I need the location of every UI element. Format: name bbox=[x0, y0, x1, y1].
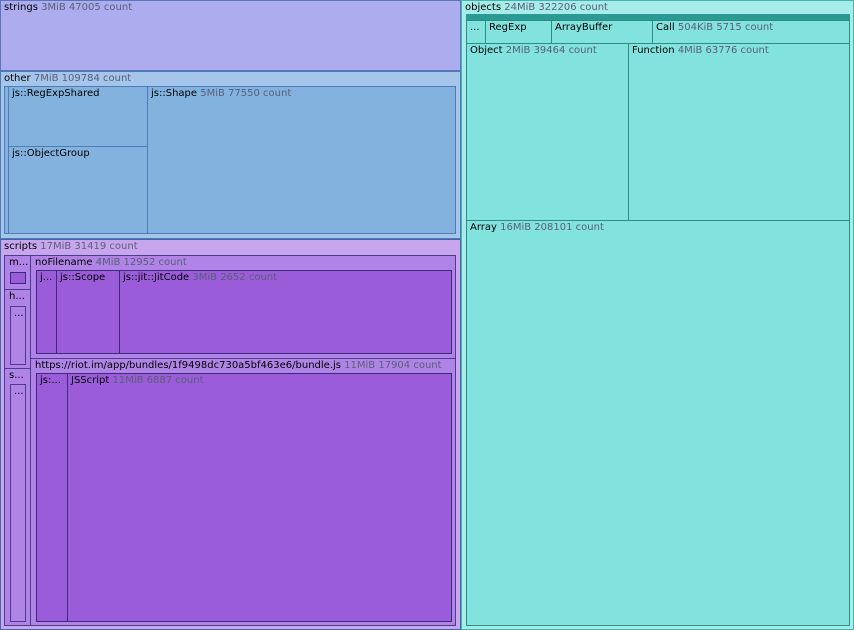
treemap-node-other[interactable]: other 7MiB 109784 count js::RegExpShared… bbox=[0, 71, 461, 239]
treemap-node-m[interactable]: m... bbox=[4, 255, 31, 290]
treemap-node-objectgroup[interactable]: js::ObjectGroup bbox=[8, 146, 149, 234]
treemap-node-call[interactable]: Call 504KiB 5715 count bbox=[652, 20, 850, 44]
node-label: Array 16MiB 208101 count bbox=[470, 222, 604, 233]
node-label: RegExp bbox=[489, 22, 527, 33]
treemap-node-jitcode[interactable]: js::jit::JitCode 3MiB 2652 count bbox=[119, 270, 452, 354]
treemap-node-regexp[interactable]: RegExp bbox=[485, 20, 552, 44]
node-label: js::ObjectGroup bbox=[12, 148, 90, 159]
treemap-node-j[interactable]: j... bbox=[36, 270, 57, 354]
treemap-node-bundle-js[interactable]: https://riot.im/app/bundles/1f9498dc730a… bbox=[30, 358, 456, 626]
node-label: ArrayBuffer bbox=[555, 22, 613, 33]
treemap-node-strings[interactable]: strings 3MiB 47005 count bbox=[0, 0, 461, 71]
node-label: strings 3MiB 47005 count bbox=[4, 2, 133, 13]
node-label: Function 4MiB 63776 count bbox=[632, 45, 769, 56]
treemap-node-scripts[interactable]: scripts 17MiB 31419 count m... h... ... … bbox=[0, 239, 461, 630]
node-label: h... bbox=[9, 291, 25, 302]
treemap-node-h-child[interactable]: ... bbox=[10, 306, 26, 365]
node-label: s... bbox=[9, 370, 24, 381]
node-label: js::Shape 5MiB 77550 count bbox=[151, 88, 292, 99]
node-label: ... bbox=[470, 22, 480, 33]
node-label: noFilename 4MiB 12952 count bbox=[35, 257, 187, 268]
node-label: j... bbox=[40, 272, 53, 283]
node-label: js::jit::JitCode 3MiB 2652 count bbox=[123, 272, 278, 283]
node-label: scripts 17MiB 31419 count bbox=[4, 241, 138, 252]
treemap-node-dots[interactable]: ... bbox=[466, 20, 486, 44]
node-label: https://riot.im/app/bundles/1f9498dc730a… bbox=[35, 360, 442, 371]
treemap-node-s[interactable]: s... ... bbox=[4, 368, 31, 626]
treemap-node-array[interactable]: Array 16MiB 208101 count bbox=[466, 220, 850, 626]
treemap-node-nofilename[interactable]: noFilename 4MiB 12952 count j... js::Sco… bbox=[30, 255, 456, 359]
node-label: ... bbox=[14, 308, 24, 319]
node-label: other 7MiB 109784 count bbox=[4, 73, 132, 84]
treemap-node-shape[interactable]: js::Shape 5MiB 77550 count bbox=[147, 86, 456, 234]
treemap-node-h[interactable]: h... ... bbox=[4, 289, 31, 369]
treemap-node-regexpshared[interactable]: js::RegExpShared bbox=[8, 86, 149, 147]
node-label: Object 2MiB 39464 count bbox=[470, 45, 597, 56]
node-label: Call 504KiB 5715 count bbox=[656, 22, 774, 33]
treemap-node-arraybuffer[interactable]: ArrayBuffer bbox=[551, 20, 653, 44]
node-label: objects 24MiB 322206 count bbox=[465, 2, 608, 13]
treemap-node-s-child[interactable]: ... bbox=[10, 384, 26, 622]
treemap-node-scope[interactable]: js::Scope bbox=[56, 270, 120, 354]
node-label: js::Scope bbox=[60, 272, 106, 283]
node-label: js:... bbox=[40, 375, 61, 386]
treemap-node-object[interactable]: Object 2MiB 39464 count bbox=[466, 43, 629, 221]
node-label: ... bbox=[14, 386, 24, 397]
treemap-node-js[interactable]: js:... bbox=[36, 373, 68, 622]
node-label: js::RegExpShared bbox=[12, 88, 100, 99]
treemap-node-jsscript[interactable]: JSScript 11MiB 6887 count bbox=[67, 373, 452, 622]
node-label: m... bbox=[9, 257, 29, 268]
treemap-node-objects[interactable]: objects 24MiB 322206 count ... RegExp Ar… bbox=[461, 0, 854, 630]
treemap-node-function[interactable]: Function 4MiB 63776 count bbox=[628, 43, 850, 221]
node-label: JSScript 11MiB 6887 count bbox=[71, 375, 204, 386]
treemap-node-m-child[interactable] bbox=[10, 272, 26, 284]
